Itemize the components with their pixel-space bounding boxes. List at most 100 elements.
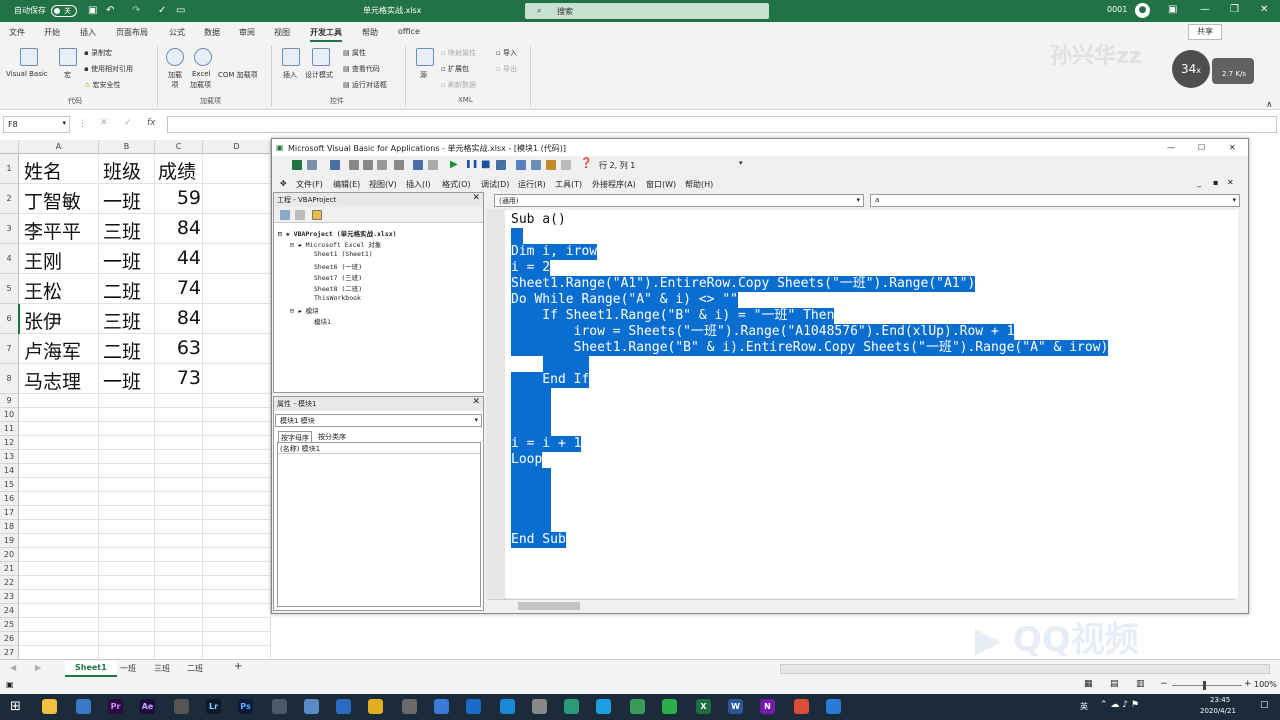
- autosave-toggle[interactable]: 关: [51, 5, 77, 17]
- code-line[interactable]: Do While Range("A" & i) <> "": [511, 292, 738, 308]
- code-line[interactable]: i = i + 1: [511, 436, 582, 452]
- tab-file[interactable]: 文件: [9, 27, 25, 38]
- row-header[interactable]: 19: [0, 534, 19, 548]
- add-sheet-button[interactable]: +: [234, 661, 242, 672]
- reset-icon[interactable]: ■: [481, 159, 490, 170]
- app-icon[interactable]: [826, 699, 841, 714]
- property-name-row[interactable]: (名称) 模块1: [278, 443, 480, 454]
- spreadsheet-grid[interactable]: A B C D 1 2 3 4 5 6 7 8 9 10 11 12 13 14 15 16 17 18 19 20 2…: [0, 140, 271, 688]
- copy-icon[interactable]: [363, 160, 373, 170]
- tree-sheet7[interactable]: Sheet7 (三班): [314, 272, 362, 282]
- row-header[interactable]: 2: [0, 184, 19, 214]
- enter-icon[interactable]: ✓: [124, 118, 132, 128]
- vba-menu-insert[interactable]: 插入(I): [406, 179, 431, 190]
- vba-menu-help[interactable]: 帮助(H): [685, 179, 713, 190]
- code-line[interactable]: [511, 516, 551, 532]
- tab-scroll-left-icon[interactable]: ◀: [10, 663, 16, 672]
- column-header[interactable]: C: [155, 140, 203, 154]
- calculator-icon[interactable]: [402, 699, 417, 714]
- insert-userform-icon[interactable]: [307, 160, 317, 170]
- toolbar-overflow-icon[interactable]: ▾: [739, 159, 743, 167]
- row-header[interactable]: 4: [0, 244, 19, 274]
- code-line[interactable]: [511, 388, 551, 404]
- onenote-icon[interactable]: N: [760, 699, 775, 714]
- cell[interactable]: 73: [158, 367, 201, 389]
- export-button[interactable]: ▫ 导出: [496, 64, 517, 74]
- cell[interactable]: 一班: [103, 367, 141, 394]
- vba-menu-run[interactable]: 运行(R): [518, 179, 546, 190]
- app-icon[interactable]: [336, 699, 351, 714]
- undo-icon[interactable]: ↶: [106, 5, 114, 16]
- cell[interactable]: 63: [158, 337, 201, 359]
- app-icon[interactable]: [272, 699, 287, 714]
- cell[interactable]: 张伊: [24, 307, 62, 334]
- tree-module1[interactable]: 模块1: [314, 316, 331, 326]
- app-icon[interactable]: [368, 699, 383, 714]
- search-box[interactable]: ⌕ 搜索: [525, 3, 769, 19]
- tree-vbaproject[interactable]: ⊟ ◈ VBAProject (单元格实战.xlsx): [278, 228, 397, 238]
- view-code-icon[interactable]: [280, 210, 290, 220]
- tab-office[interactable]: office: [398, 27, 420, 36]
- sheet-tab-2[interactable]: 二班: [187, 663, 203, 674]
- com-addins-button[interactable]: COM 加载项: [218, 70, 258, 80]
- row-header[interactable]: 24: [0, 604, 19, 618]
- row-header[interactable]: 15: [0, 478, 19, 492]
- vba-menu-file[interactable]: 文件(F): [296, 179, 323, 190]
- cell[interactable]: 44: [158, 247, 201, 269]
- row-header[interactable]: 1: [0, 154, 19, 184]
- formula-input[interactable]: [167, 116, 1277, 133]
- folder-icon[interactable]: ▭: [176, 5, 185, 16]
- save-icon[interactable]: [330, 160, 340, 170]
- edge-icon[interactable]: [500, 699, 515, 714]
- code-line[interactable]: i = 2: [511, 260, 551, 276]
- macro-security-button[interactable]: ⚠ 宏安全性: [84, 80, 121, 90]
- tab-help[interactable]: 帮助: [362, 27, 378, 38]
- view-code-button[interactable]: ▤ 查看代码: [343, 64, 380, 74]
- chrome-icon[interactable]: [794, 699, 809, 714]
- zoom-level[interactable]: 100%: [1254, 680, 1277, 689]
- tab-formulas[interactable]: 公式: [169, 27, 185, 38]
- toggle-folders-icon[interactable]: [312, 210, 322, 220]
- row-header[interactable]: 21: [0, 562, 19, 576]
- paste-icon[interactable]: [377, 160, 387, 170]
- row-header[interactable]: 25: [0, 618, 19, 632]
- file-explorer-icon[interactable]: [42, 699, 57, 714]
- wechat-icon[interactable]: [662, 699, 677, 714]
- tree-sheet6[interactable]: Sheet6 (一班): [314, 261, 362, 271]
- tab-view[interactable]: 视图: [274, 27, 290, 38]
- close-icon[interactable]: ✕: [1260, 4, 1268, 15]
- cell[interactable]: 三班: [103, 307, 141, 334]
- cell[interactable]: 84: [158, 217, 201, 239]
- zoom-out-icon[interactable]: −: [1160, 679, 1168, 689]
- redo-icon[interactable]: ↷: [132, 5, 140, 16]
- map-properties-button[interactable]: ▫ 映射属性: [441, 48, 476, 58]
- project-explorer-icon[interactable]: [516, 160, 526, 170]
- app-icon[interactable]: [564, 699, 579, 714]
- tab-data[interactable]: 数据: [204, 27, 220, 38]
- undo-icon[interactable]: [413, 160, 423, 170]
- sheet-tab-3[interactable]: 三班: [154, 663, 170, 674]
- cell[interactable]: 班级: [103, 157, 141, 184]
- design-mode-button[interactable]: 设计模式: [305, 70, 333, 80]
- find-icon[interactable]: [394, 160, 404, 170]
- code-line[interactable]: Loop: [511, 452, 543, 468]
- view-object-icon[interactable]: [295, 210, 305, 220]
- tray-icons[interactable]: ⌃ ☁ ♪ ⚑: [1100, 700, 1139, 710]
- row-header[interactable]: 20: [0, 548, 19, 562]
- cell[interactable]: 王刚: [24, 247, 62, 274]
- vba-menu-view[interactable]: 视图(V): [369, 179, 397, 190]
- cell[interactable]: 一班: [103, 247, 141, 274]
- import-button[interactable]: ▫ 导入: [496, 48, 517, 58]
- cell[interactable]: 丁智敏: [24, 187, 81, 214]
- after-effects-icon[interactable]: Ae: [140, 699, 155, 714]
- code-line[interactable]: [511, 500, 551, 516]
- cell[interactable]: 三班: [103, 217, 141, 244]
- excel-taskbar-icon[interactable]: X: [696, 699, 711, 714]
- cell[interactable]: 王松: [24, 277, 62, 304]
- select-all-corner[interactable]: [0, 140, 19, 154]
- help-icon[interactable]: ❓: [580, 158, 592, 169]
- save-icon[interactable]: ▣: [88, 5, 97, 16]
- row-header[interactable]: 10: [0, 408, 19, 422]
- code-line[interactable]: [511, 468, 551, 484]
- excel-addins-button[interactable]: Excel: [192, 70, 211, 78]
